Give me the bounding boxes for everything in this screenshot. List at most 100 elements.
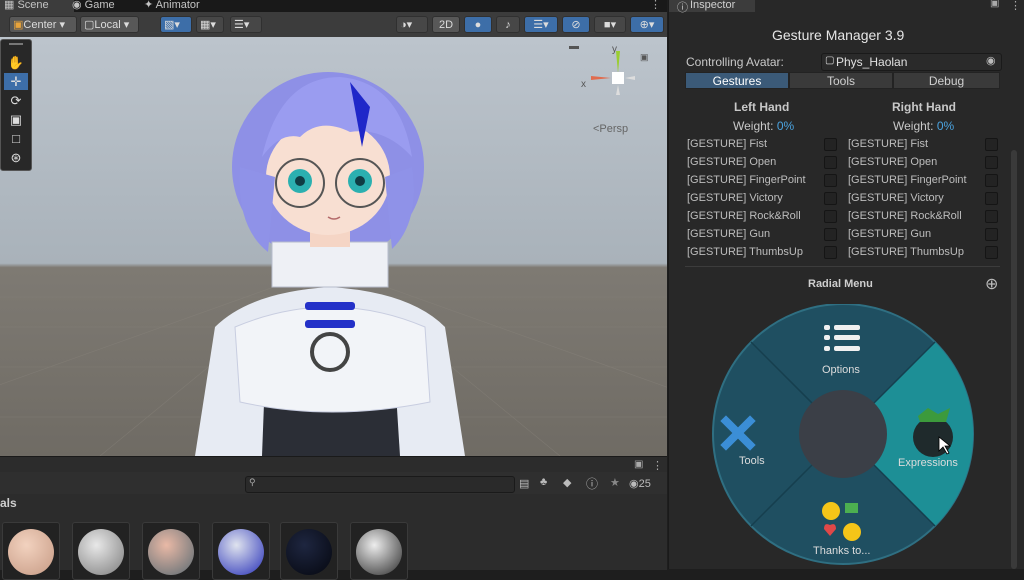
hidden-packages-toggle[interactable]: ◉25: [629, 477, 651, 490]
right-open-checkbox[interactable]: [985, 156, 998, 169]
right-fist-checkbox[interactable]: [985, 138, 998, 151]
tab-menu-icon[interactable]: ⋮: [650, 0, 661, 11]
left-gun-checkbox[interactable]: [824, 228, 837, 241]
draw-mode-dropdown[interactable]: ◑▾: [396, 16, 428, 33]
left-gesture-thumbsup: [GESTURE] ThumbsUp: [687, 246, 803, 258]
tab-tools-label: Tools: [826, 74, 855, 88]
right-gesture-fingerpoint: [GESTURE] FingerPoint: [848, 174, 967, 186]
right-rockroll-checkbox[interactable]: [985, 210, 998, 223]
tab-game[interactable]: ◉ Game: [68, 0, 121, 12]
pivot-label: Center: [23, 19, 57, 31]
gizmo-x-label: x: [581, 79, 586, 90]
search-by-label-icon[interactable]: ♣: [540, 476, 547, 488]
asset-thumbnail[interactable]: [280, 522, 338, 580]
move-tool-icon[interactable]: ✛: [4, 73, 28, 90]
hand-tool-icon[interactable]: ✋: [4, 54, 28, 71]
pivot-dropdown[interactable]: ▣Center ▾: [9, 16, 77, 33]
tab-scene-label: Scene: [17, 0, 49, 11]
gamepad-icon: ◉: [72, 0, 82, 11]
inspector-menu-icon[interactable]: ⋮: [1010, 0, 1021, 12]
toggle-2d-button[interactable]: 2D: [432, 16, 460, 33]
pivot-icon: ▣: [13, 19, 24, 31]
radial-menu[interactable]: [706, 304, 978, 569]
tab-animator[interactable]: ✦ Animator: [140, 0, 206, 12]
left-gesture-open: [GESTURE] Open: [687, 156, 777, 168]
right-gun-checkbox[interactable]: [985, 228, 998, 241]
tab-gestures[interactable]: Gestures: [685, 72, 789, 89]
transform-tool-icon[interactable]: ⊛: [4, 149, 28, 166]
cube-icon: ▢: [84, 19, 95, 31]
scene-icon: ▦: [4, 0, 15, 11]
info-icon[interactable]: ⓘ: [586, 475, 598, 492]
favorite-star-icon[interactable]: ★: [610, 476, 620, 489]
tag-icon[interactable]: ◆: [563, 476, 571, 489]
left-open-checkbox[interactable]: [824, 156, 837, 169]
tab-debug[interactable]: Debug: [893, 72, 1000, 89]
animator-icon: ✦: [144, 0, 154, 11]
overlay-menu-icon[interactable]: ▬: [569, 41, 579, 52]
tab-game-label: Game: [84, 0, 115, 11]
gizmos-dropdown[interactable]: ⊕▾: [630, 16, 664, 33]
grid-snap-toggle[interactable]: ▧▾: [160, 16, 192, 33]
audio-toggle[interactable]: ♪: [496, 16, 520, 33]
tab-tools[interactable]: Tools: [789, 72, 893, 89]
panel-lock-icon[interactable]: ▣: [634, 459, 643, 470]
tab-debug-label: Debug: [928, 74, 965, 88]
hidden-count: 25: [638, 478, 651, 490]
asset-thumbnail[interactable]: [212, 522, 270, 580]
snap-increment-dropdown[interactable]: ▦▾: [196, 16, 224, 33]
avatar-object-field[interactable]: ▢ Phys_Haolan ◉: [821, 53, 1002, 71]
object-picker-icon[interactable]: ◉: [986, 54, 996, 67]
increment-snap-dropdown[interactable]: ☰▾: [230, 16, 262, 33]
right-fingerpoint-checkbox[interactable]: [985, 174, 998, 187]
radial-tools-label[interactable]: Tools: [739, 455, 765, 467]
left-thumbsup-checkbox[interactable]: [824, 246, 837, 259]
left-fingerpoint-checkbox[interactable]: [824, 174, 837, 187]
radial-menu-title: Radial Menu: [808, 278, 873, 290]
asset-thumbnail[interactable]: [2, 522, 60, 580]
overlay-handle[interactable]: [9, 43, 23, 45]
asset-thumbnail[interactable]: [142, 522, 200, 580]
radial-options-label[interactable]: Options: [822, 364, 860, 376]
avatar-name: Phys_Haolan: [836, 55, 908, 69]
lighting-toggle[interactable]: ●: [464, 16, 492, 33]
right-thumbsup-checkbox[interactable]: [985, 246, 998, 259]
toggle-2d-label: 2D: [438, 19, 454, 31]
scene-viewport[interactable]: y x ▣ <Persp ▬: [0, 37, 667, 456]
asset-thumbnail[interactable]: [72, 522, 130, 580]
search-icon: ⚲: [249, 477, 256, 487]
tab-scene[interactable]: ▦ Scene: [0, 0, 74, 12]
left-rockroll-checkbox[interactable]: [824, 210, 837, 223]
rotate-tool-icon[interactable]: ⟳: [4, 92, 28, 109]
left-fist-checkbox[interactable]: [824, 138, 837, 151]
effects-dropdown[interactable]: ☰▾: [524, 16, 558, 33]
inspector-scrollbar[interactable]: [1011, 150, 1017, 569]
project-search-input[interactable]: ⚲: [245, 476, 515, 493]
gizmo-icon: ⊕: [639, 19, 649, 31]
left-gesture-fist: [GESTURE] Fist: [687, 138, 768, 150]
radial-expressions-label[interactable]: Expressions: [898, 457, 958, 469]
controlling-avatar-label: Controlling Avatar:: [686, 55, 784, 69]
cube-icon: ▢: [825, 55, 835, 66]
hidden-objects-toggle[interactable]: ⊘: [562, 16, 590, 33]
layers-icon: ☰: [533, 19, 544, 31]
panel-menu-icon[interactable]: ⋮: [652, 459, 663, 472]
left-gesture-rockroll: [GESTURE] Rock&Roll: [687, 210, 801, 222]
right-gesture-rockroll: [GESTURE] Rock&Roll: [848, 210, 962, 222]
camera-dropdown[interactable]: ■▾: [594, 16, 626, 33]
space-dropdown[interactable]: ▢Local ▾: [80, 16, 139, 33]
rect-tool-icon[interactable]: □: [4, 130, 28, 147]
left-victory-checkbox[interactable]: [824, 192, 837, 205]
tab-inspector[interactable]: ⓘ Inspector: [669, 0, 755, 14]
audio-icon: ♪: [505, 19, 511, 31]
radial-thanks-label[interactable]: Thanks to...: [813, 545, 870, 557]
perspective-label[interactable]: <Persp: [593, 123, 628, 135]
inspector-lock-icon[interactable]: ▣: [990, 0, 999, 9]
search-by-type-icon[interactable]: ▤: [519, 477, 529, 490]
add-circle-icon[interactable]: ⊕: [985, 274, 998, 294]
right-victory-checkbox[interactable]: [985, 192, 998, 205]
scale-tool-icon[interactable]: ▣: [4, 111, 28, 128]
list-icon: [824, 325, 860, 351]
lock-icon[interactable]: ▣: [640, 52, 649, 63]
asset-thumbnail[interactable]: [350, 522, 408, 580]
